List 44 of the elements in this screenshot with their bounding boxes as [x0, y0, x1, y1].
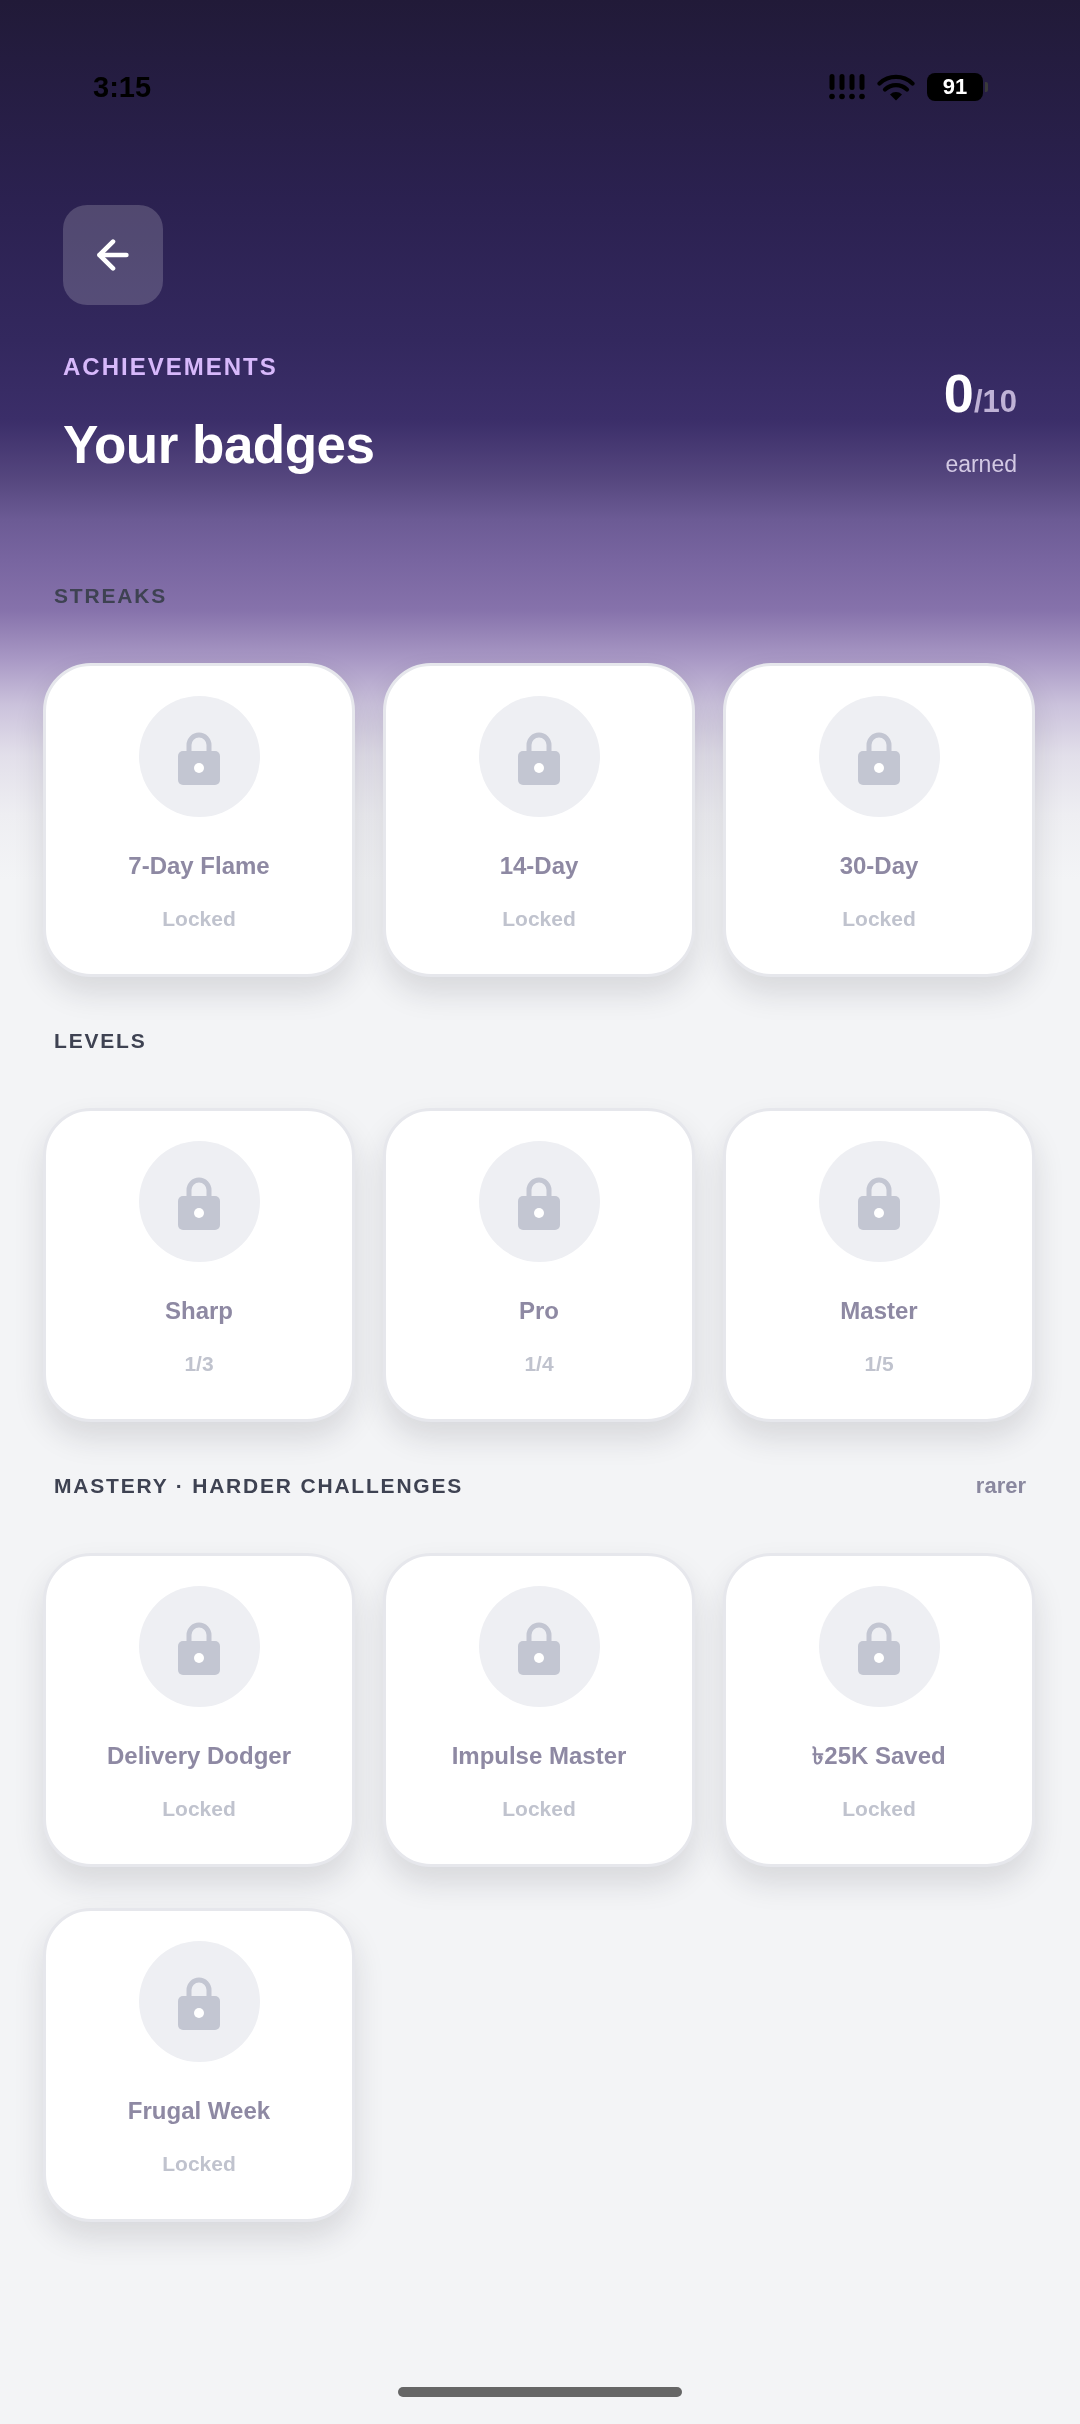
badge-name: 7-Day Flame — [128, 851, 270, 881]
status-time: 3:15 — [93, 70, 152, 104]
earned-label: earned — [945, 450, 1017, 478]
section-heading: LEVELS — [54, 1028, 147, 1054]
signal-icon — [829, 74, 865, 100]
total-count: /10 — [973, 384, 1017, 421]
badge-card[interactable]: ৳25K Saved Locked — [723, 1553, 1035, 1867]
badge-status: Locked — [842, 1796, 916, 1822]
section-heading: MASTERY · HARDER CHALLENGES — [54, 1473, 464, 1499]
badge-card[interactable]: 30-Day Locked — [723, 663, 1035, 977]
earned-count: 0 — [943, 365, 974, 421]
badge-card[interactable]: Master 1/5 — [723, 1108, 1035, 1422]
badge-name: Frugal Week — [127, 2096, 271, 2126]
badge-card[interactable]: Pro 1/4 — [383, 1108, 695, 1422]
back-button[interactable] — [63, 205, 163, 305]
badge-status: Locked — [502, 1796, 576, 1822]
badge-card[interactable]: Frugal Week Locked — [43, 1908, 355, 2222]
eyebrow-label: ACHIEVEMENTS — [63, 353, 278, 381]
badge-card[interactable]: Sharp 1/3 — [43, 1108, 355, 1422]
badge-name: ৳25K Saved — [812, 1741, 946, 1771]
badge-name: Master — [840, 1296, 918, 1326]
section-note: rarer — [975, 1473, 1026, 1499]
badge-status: Locked — [502, 906, 576, 932]
badge-card[interactable]: 7-Day Flame Locked — [43, 663, 355, 977]
badge-name: 14-Day — [499, 851, 579, 881]
badge-name: Pro — [519, 1296, 559, 1326]
badge-name: Sharp — [165, 1296, 233, 1326]
badge-card[interactable]: Impulse Master Locked — [383, 1553, 695, 1867]
badge-name: Impulse Master — [451, 1741, 627, 1771]
page-title: Your badges — [63, 415, 375, 475]
badge-status: Locked — [162, 906, 236, 932]
badge-name: 30-Day — [839, 851, 919, 881]
badge-status: 1/4 — [524, 1351, 554, 1377]
badge-status: Locked — [842, 906, 916, 932]
badge-card[interactable]: 14-Day Locked — [383, 663, 695, 977]
section-heading: STREAKS — [54, 583, 167, 609]
badge-status: Locked — [162, 2151, 236, 2177]
badge-status: 1/5 — [864, 1351, 894, 1377]
badge-card[interactable]: Delivery Dodger Locked — [43, 1553, 355, 1867]
wifi-icon — [877, 73, 915, 101]
badge-name: Delivery Dodger — [106, 1741, 292, 1771]
badge-status: Locked — [162, 1796, 236, 1822]
battery-indicator: 91 — [927, 73, 988, 101]
badge-status: 1/3 — [184, 1351, 214, 1377]
